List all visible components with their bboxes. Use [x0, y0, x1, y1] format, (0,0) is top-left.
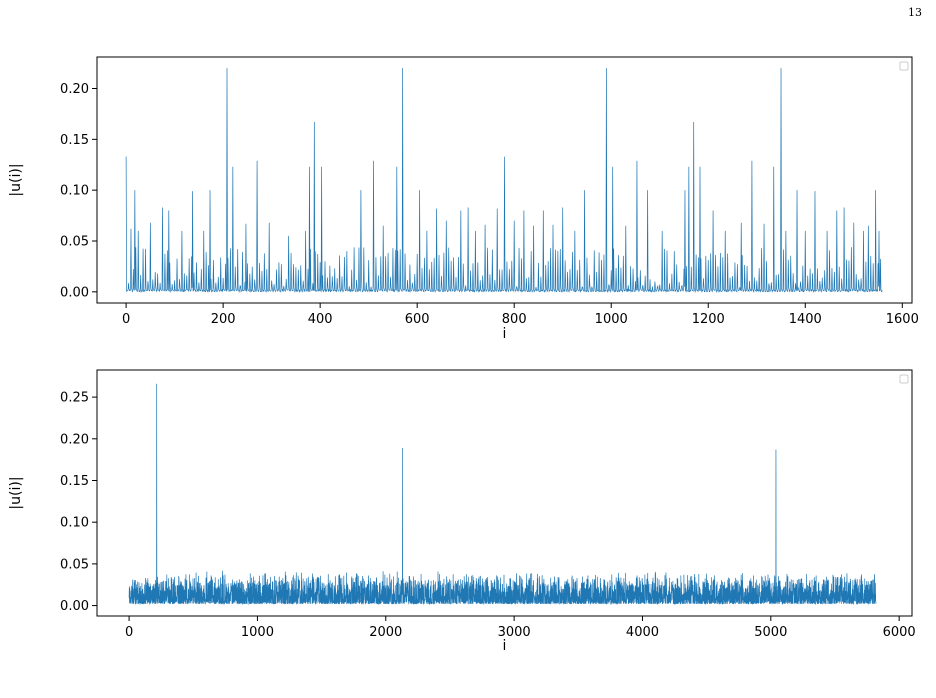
- y-tick-label: 0.15: [60, 474, 89, 489]
- x-tick-label: 0: [122, 312, 130, 327]
- x-tick-label: 400: [308, 312, 333, 327]
- x-tick-label: 1000: [595, 312, 628, 327]
- x-axis-label: i: [503, 326, 507, 342]
- y-tick-label: 0.05: [60, 557, 89, 572]
- x-tick-label: 1200: [692, 312, 725, 327]
- y-axis-label: |u(i)|: [8, 476, 24, 509]
- x-tick-label: 0: [125, 625, 133, 640]
- y-tick-label: 0.10: [60, 516, 89, 531]
- y-tick-label: 0.00: [60, 599, 89, 614]
- x-tick-label: 1000: [241, 625, 274, 640]
- x-tick-label: 600: [405, 312, 430, 327]
- y-axis-label: |u(i)|: [8, 163, 24, 196]
- figure: 0 200 400 600 800 1000 1200 1400 1600 0.00 0.05 0.1…: [8, 56, 919, 654]
- series-line: [128, 383, 877, 606]
- legend-box: [899, 374, 909, 384]
- x-tick-label: 1400: [789, 312, 822, 327]
- y-tick-label: 0.25: [60, 391, 89, 406]
- x-tick-label: 6000: [883, 625, 916, 640]
- y-tick-label: 0.10: [60, 184, 89, 199]
- axes-frame: [96, 369, 913, 617]
- chart-bottom: 0 1000 2000 3000 4000 5000 60000.000.050.100.1…: [8, 369, 916, 654]
- y-tick-label: 0.15: [60, 133, 89, 148]
- x-tick-label: 1600: [886, 312, 919, 327]
- x-tick-label: 800: [502, 312, 527, 327]
- chart-top: 0 200 400 600 800 1000 1200 1400 1600 0.00 0.05 0.1…: [8, 56, 919, 342]
- y-tick-label: 0.20: [60, 432, 89, 447]
- x-tick-label: 5000: [754, 625, 787, 640]
- x-tick-label: 4000: [626, 625, 659, 640]
- y-tick-label: 0.05: [60, 234, 89, 249]
- x-axis-label: i: [503, 638, 507, 654]
- legend-box: [899, 61, 909, 71]
- series-line: [125, 68, 883, 294]
- x-tick-label: 200: [211, 312, 236, 327]
- caption: [120, 670, 920, 692]
- x-tick-label: 2000: [369, 625, 402, 640]
- y-tick-label: 0.20: [60, 82, 89, 97]
- y-tick-label: 0.00: [60, 285, 89, 300]
